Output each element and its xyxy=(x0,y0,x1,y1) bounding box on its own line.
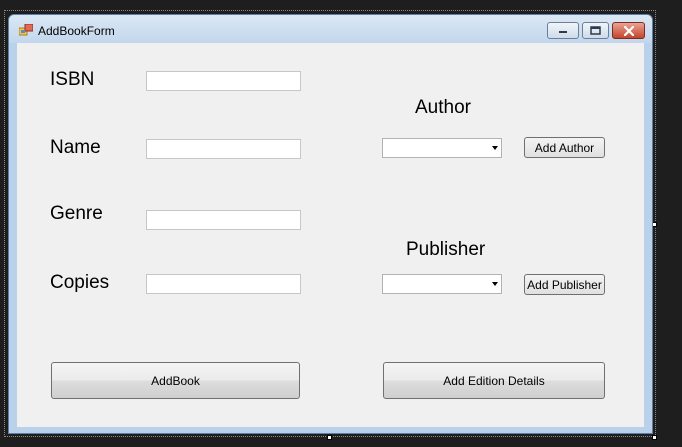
genre-input[interactable] xyxy=(146,210,301,230)
author-combobox[interactable] xyxy=(382,138,502,158)
copies-label: Copies xyxy=(50,272,110,293)
resize-grip-bottom[interactable] xyxy=(327,435,332,440)
close-button[interactable] xyxy=(612,22,645,39)
isbn-input[interactable] xyxy=(146,71,301,91)
close-icon xyxy=(623,25,634,36)
name-label: Name xyxy=(50,137,101,158)
minimize-button[interactable] xyxy=(547,22,579,39)
resize-grip-corner[interactable] xyxy=(652,435,657,440)
form-icon xyxy=(19,24,33,36)
genre-label: Genre xyxy=(50,203,103,224)
chevron-down-icon xyxy=(492,146,498,150)
name-input[interactable] xyxy=(146,139,301,159)
copies-input[interactable] xyxy=(146,274,301,294)
window-title: AddBookForm xyxy=(38,24,115,38)
add-edition-details-button[interactable]: Add Edition Details xyxy=(383,362,605,399)
add-publisher-button[interactable]: Add Publisher xyxy=(524,274,605,295)
minimize-icon xyxy=(559,30,567,33)
isbn-label: ISBN xyxy=(50,69,95,90)
maximize-icon xyxy=(590,26,601,35)
designer-surface: AddBookForm ISBN Name Genre Copies Autho… xyxy=(0,0,682,447)
author-label: Author xyxy=(415,97,471,118)
publisher-label: Publisher xyxy=(406,239,486,260)
maximize-button[interactable] xyxy=(582,22,609,39)
form-client-area: ISBN Name Genre Copies Author Add Author… xyxy=(17,43,644,427)
add-book-button[interactable]: AddBook xyxy=(51,362,300,399)
addbook-window: AddBookForm ISBN Name Genre Copies Autho… xyxy=(8,14,653,434)
chevron-down-icon xyxy=(492,282,498,286)
publisher-combobox[interactable] xyxy=(382,274,502,294)
title-bar[interactable]: AddBookForm xyxy=(9,15,652,43)
add-author-button[interactable]: Add Author xyxy=(524,137,605,158)
